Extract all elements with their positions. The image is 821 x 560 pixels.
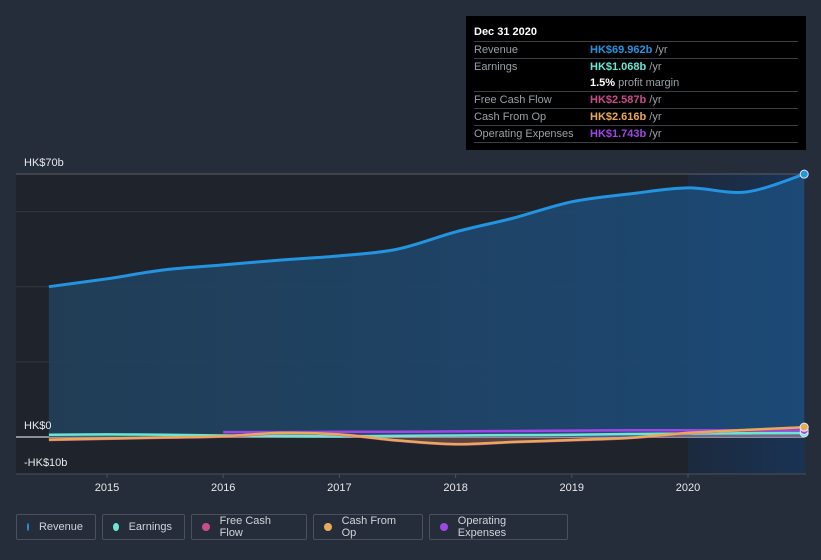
tooltip-row-cfo: Cash From Op HK$2.616b /yr: [474, 109, 798, 126]
tooltip-label: Cash From Op: [474, 111, 547, 123]
tooltip-unit: profit margin: [618, 77, 680, 89]
y-tick-label-70: HK$70b: [24, 157, 64, 169]
tooltip-label: Earnings: [474, 61, 518, 73]
tooltip-unit: /yr: [649, 61, 662, 73]
legend-item-free-cash-flow[interactable]: Free Cash Flow: [191, 514, 307, 540]
tooltip-value: HK$2.616b: [590, 111, 647, 123]
tooltip-value: HK$1.068b: [590, 61, 647, 73]
legend-dot-icon: [27, 523, 29, 531]
tooltip-value: 1.5%: [590, 77, 616, 89]
legend-label: Free Cash Flow: [219, 515, 272, 539]
legend-dot-icon: [202, 523, 210, 531]
legend-dot-icon: [113, 523, 119, 531]
revenue-end-marker: [799, 169, 809, 179]
legend-label: Cash From Op: [341, 515, 396, 539]
x-tick-label: 2016: [211, 482, 235, 494]
tooltip-row-opex: Operating Expenses HK$1.743b /yr: [474, 126, 798, 143]
tooltip-unit: /yr: [649, 94, 662, 106]
tooltip-label: Free Cash Flow: [474, 94, 552, 106]
x-tick-label: 2020: [676, 482, 700, 494]
legend-label: Revenue: [38, 521, 83, 533]
tooltip-date: Dec 31 2020: [474, 24, 798, 42]
tooltip-value: HK$69.962b: [590, 44, 653, 56]
x-tick-label: 2019: [560, 482, 584, 494]
tooltip-label: Operating Expenses: [474, 128, 574, 140]
tooltip-value: HK$2.587b: [590, 94, 647, 106]
legend: Revenue Earnings Free Cash Flow Cash Fro…: [16, 514, 568, 540]
legend-label: Operating Expenses: [457, 515, 507, 539]
tooltip: Dec 31 2020 Revenue HK$69.962b /yr Earni…: [466, 16, 806, 150]
tooltip-value: HK$1.743b: [590, 128, 647, 140]
cash-from-op-end-marker: [799, 422, 809, 432]
legend-item-operating-expenses[interactable]: Operating Expenses: [429, 514, 568, 540]
tooltip-row-fcf: Free Cash Flow HK$2.587b /yr: [474, 92, 798, 109]
legend-label: Earnings: [128, 521, 172, 533]
x-tick-label: 2018: [443, 482, 467, 494]
tooltip-row-earnings: Earnings HK$1.068b /yr: [474, 59, 798, 75]
legend-dot-icon: [324, 523, 332, 531]
legend-item-revenue[interactable]: Revenue: [16, 514, 96, 540]
tooltip-unit: /yr: [649, 128, 662, 140]
x-tick-label: 2015: [95, 482, 119, 494]
tooltip-unit: /yr: [655, 44, 668, 56]
tooltip-unit: /yr: [649, 111, 662, 123]
legend-item-earnings[interactable]: Earnings: [102, 514, 185, 540]
legend-dot-icon: [440, 523, 448, 531]
tooltip-label: Revenue: [474, 44, 519, 56]
tooltip-label: [474, 75, 590, 91]
x-tick-label: 2017: [327, 482, 351, 494]
tooltip-row-revenue: Revenue HK$69.962b /yr: [474, 42, 798, 59]
legend-item-cash-from-op[interactable]: Cash From Op: [313, 514, 423, 540]
tooltip-row-margin: 1.5% profit margin: [474, 75, 798, 92]
y-tick-label-0: HK$0: [24, 420, 52, 432]
y-tick-label-neg10: -HK$10b: [24, 457, 67, 469]
